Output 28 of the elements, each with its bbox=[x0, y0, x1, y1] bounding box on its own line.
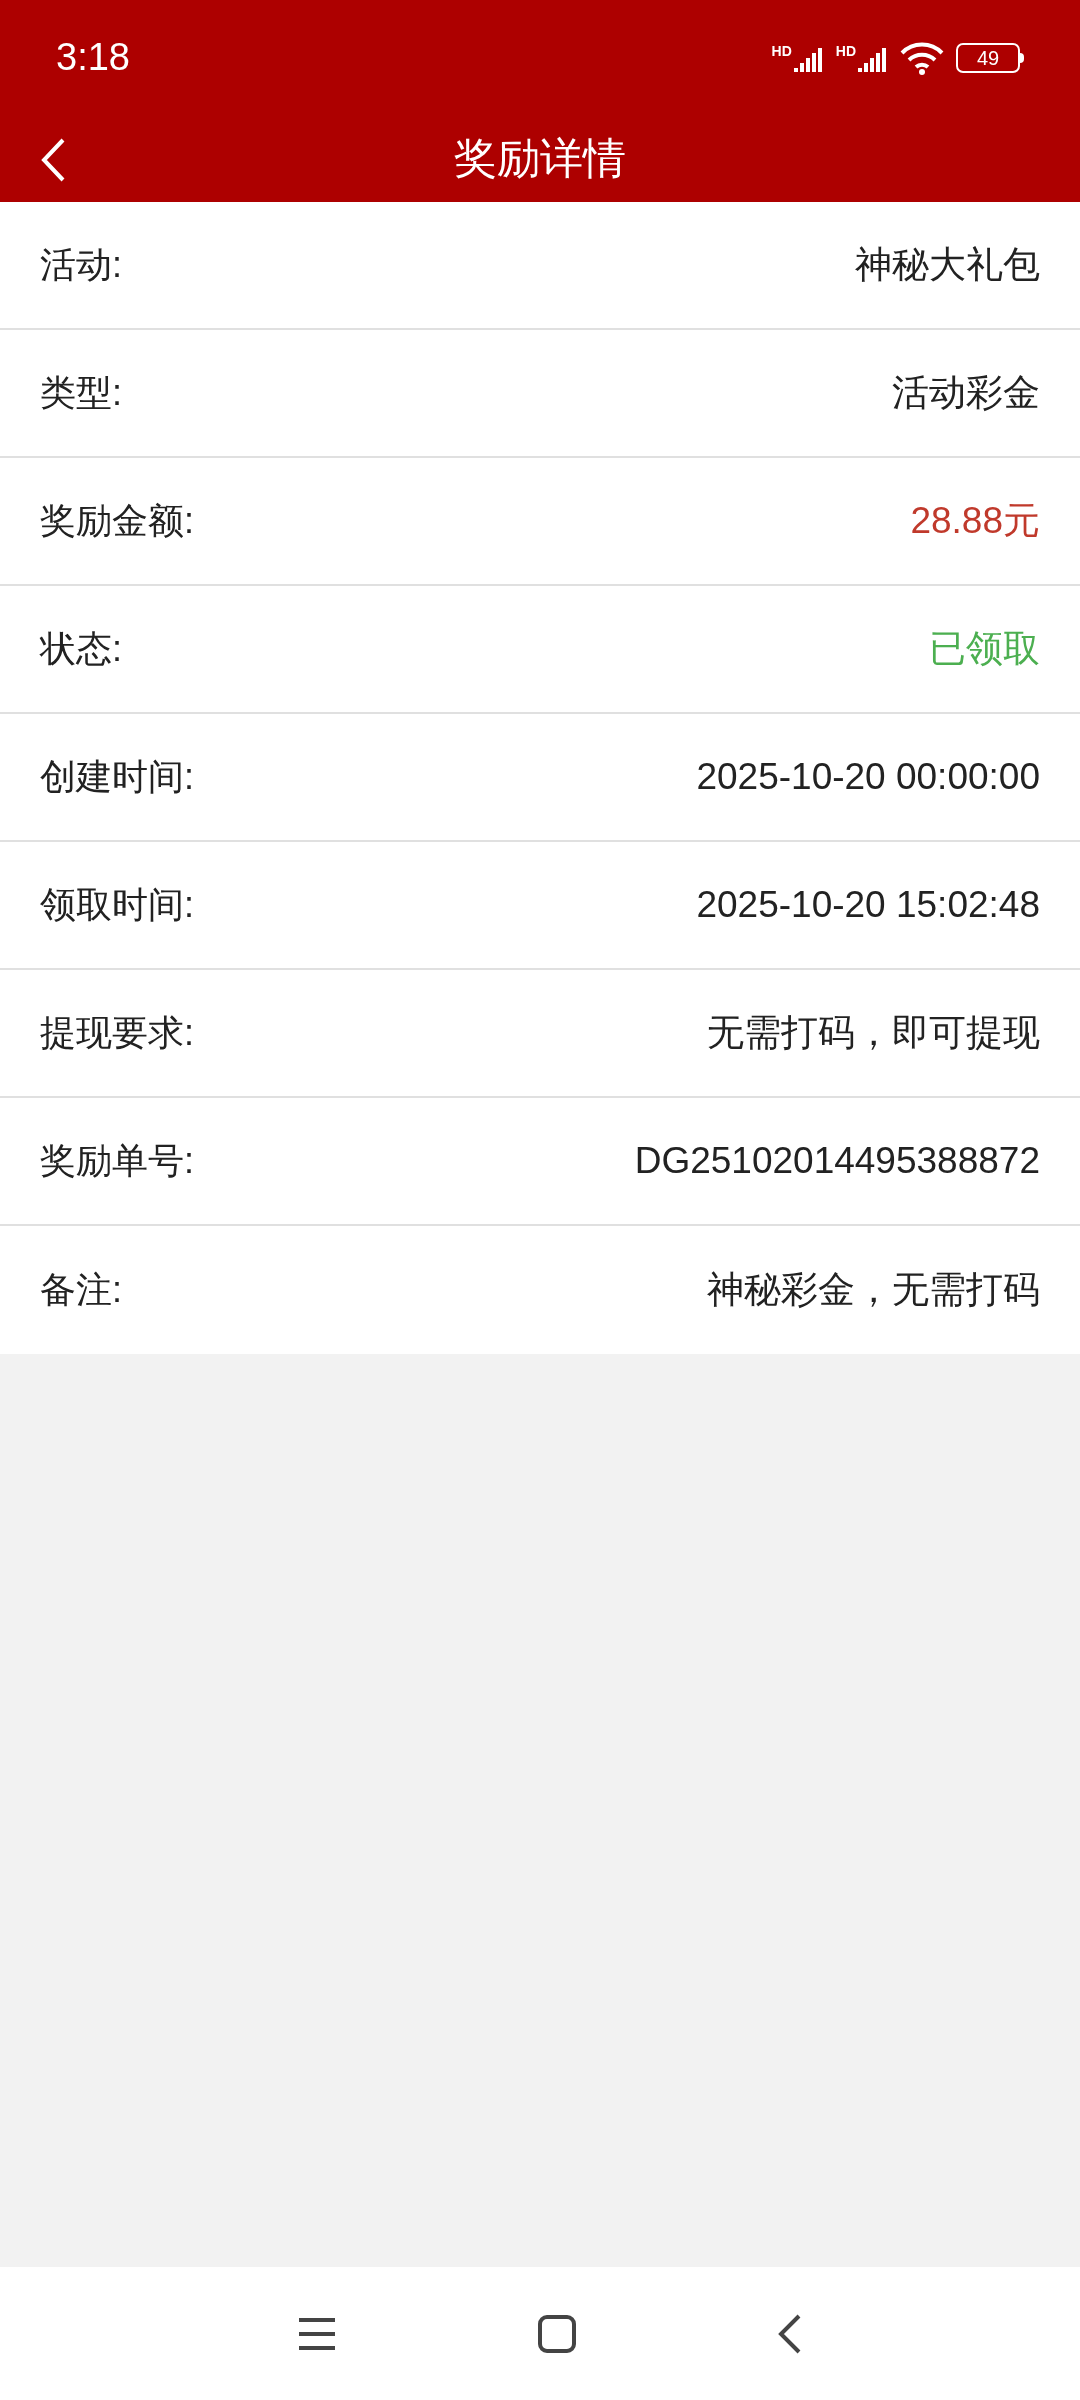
back-icon[interactable] bbox=[777, 2312, 803, 2355]
page-title: 奖励详情 bbox=[454, 133, 626, 185]
hd-label: HD bbox=[771, 43, 792, 58]
home-icon[interactable] bbox=[537, 2313, 577, 2354]
field-value: 神秘彩金，无需打码 bbox=[707, 1268, 1040, 1313]
status-time: 3:18 bbox=[56, 35, 130, 80]
field-label: 奖励金额: bbox=[40, 499, 194, 543]
field-value: 无需打码，即可提现 bbox=[707, 1011, 1040, 1056]
field-value: 2025-10-20 15:02:48 bbox=[696, 883, 1040, 928]
field-value: 2025-10-20 00:00:00 bbox=[696, 755, 1040, 800]
field-value: DG25102014495388872 bbox=[634, 1139, 1040, 1184]
wifi-icon bbox=[900, 40, 944, 75]
back-icon bbox=[40, 137, 66, 183]
field-label: 创建时间: bbox=[40, 755, 194, 799]
battery-indicator: 49 bbox=[956, 42, 1024, 73]
field-value: 活动彩金 bbox=[892, 371, 1040, 416]
field-label: 备注: bbox=[40, 1268, 122, 1312]
field-label: 状态: bbox=[40, 627, 122, 671]
field-value: 28.88元 bbox=[910, 499, 1040, 544]
field-label: 活动: bbox=[40, 243, 122, 287]
field-label: 奖励单号: bbox=[40, 1139, 194, 1183]
hd-label: HD bbox=[835, 43, 856, 58]
field-label: 领取时间: bbox=[40, 883, 194, 927]
menu-icon[interactable] bbox=[297, 2316, 337, 2351]
field-value: 神秘大礼包 bbox=[855, 243, 1040, 288]
field-label: 类型: bbox=[40, 371, 122, 415]
field-value: 已领取 bbox=[929, 627, 1040, 672]
field-label: 提现要求: bbox=[40, 1011, 194, 1055]
